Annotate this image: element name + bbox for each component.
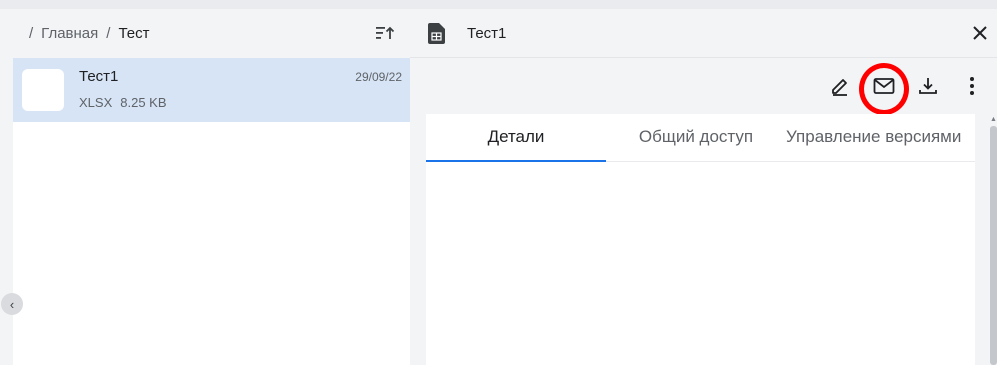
breadcrumb-separator: / xyxy=(29,25,34,42)
tab-sharing[interactable]: Общий доступ xyxy=(621,114,771,162)
collapse-pane-button[interactable]: ‹ xyxy=(1,293,23,315)
file-size: 8.25 KB xyxy=(120,95,167,110)
chevron-left-icon: ‹ xyxy=(9,296,15,312)
detail-card: Детали Общий доступ Управление версиями xyxy=(426,114,975,365)
breadcrumb-separator: / xyxy=(106,25,111,42)
download-icon xyxy=(919,78,937,94)
file-date: 29/09/22 xyxy=(355,70,402,84)
tab-details[interactable]: Детали xyxy=(426,114,606,162)
close-button[interactable] xyxy=(969,22,991,44)
file-type: XLSX xyxy=(79,95,113,110)
detail-header: Тест1 xyxy=(410,9,997,58)
more-vertical-icon xyxy=(970,77,974,95)
file-list-item[interactable]: Тест1 XLSX 8.25 KB 29/09/22 xyxy=(13,58,410,122)
pencil-icon xyxy=(832,79,847,96)
download-button[interactable] xyxy=(915,73,941,99)
sort-button[interactable] xyxy=(373,21,397,45)
sort-ascending-icon xyxy=(376,26,395,39)
top-strip xyxy=(0,0,997,9)
file-thumbnail xyxy=(22,69,64,111)
file-browser-pane: / Главная / Тест Тест1 XLSX 8.25 KB 29/0… xyxy=(13,9,410,365)
tab-version-control[interactable]: Управление версиями xyxy=(786,114,975,162)
scrollbar[interactable] xyxy=(990,126,997,365)
more-options-button[interactable] xyxy=(959,73,985,99)
detail-toolbar xyxy=(410,58,997,115)
file-browser-header: / Главная / Тест xyxy=(13,9,410,58)
envelope-icon xyxy=(873,78,895,94)
file-meta: XLSX 8.25 KB xyxy=(79,95,167,110)
edit-button[interactable] xyxy=(827,73,853,99)
file-name: Тест1 xyxy=(79,68,119,85)
scroll-up-arrow[interactable]: ▲ xyxy=(990,114,997,124)
breadcrumb-home-link[interactable]: Главная xyxy=(41,25,98,42)
breadcrumb: / Главная / Тест xyxy=(29,9,149,58)
detail-tabs: Детали Общий доступ Управление версиями xyxy=(426,114,975,162)
close-icon xyxy=(973,26,987,40)
email-button[interactable] xyxy=(871,73,897,99)
detail-title: Тест1 xyxy=(467,25,507,42)
spreadsheet-file-icon xyxy=(428,23,445,44)
breadcrumb-current: Тест xyxy=(118,25,150,42)
